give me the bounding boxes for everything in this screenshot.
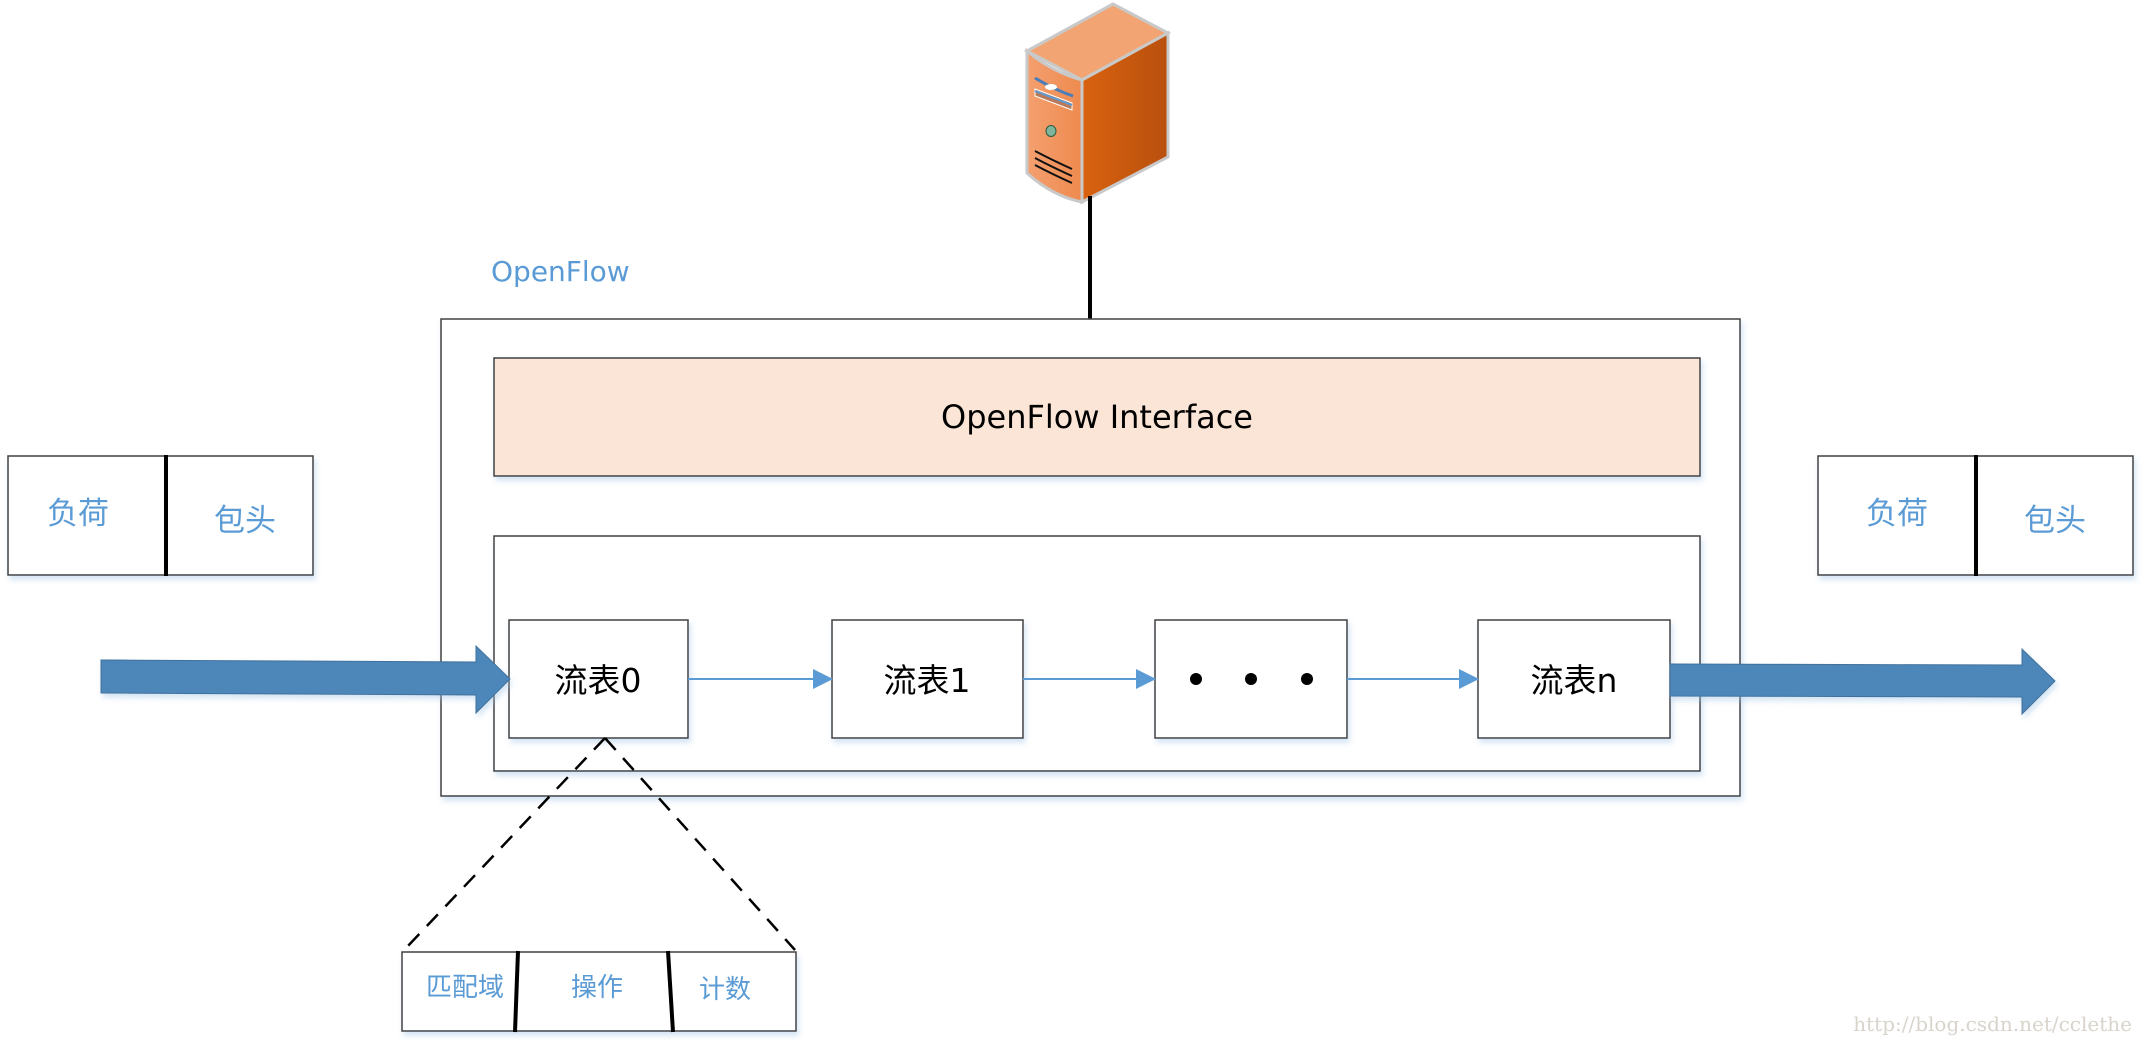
flow-entry: 匹配域 操作 计数 <box>401 950 797 1033</box>
openflow-title-label: OpenFlow <box>491 255 630 288</box>
header-label: 包头 <box>214 503 276 539</box>
ellipsis-dot <box>1301 673 1313 685</box>
openflow-diagram: OpenFlow OpenFlow Interface 流表0 流表1 流表n … <box>7 2 2134 1036</box>
flow-table-n: 流表n <box>1477 619 1671 739</box>
server-icon <box>1023 2 1172 205</box>
actions-label: 操作 <box>571 973 623 1003</box>
ellipsis-dot <box>1245 673 1257 685</box>
match-field-label: 匹配域 <box>426 973 504 1003</box>
header-label: 包头 <box>2024 503 2086 539</box>
flow-table-1: 流表1 <box>831 619 1024 739</box>
flow-table-0: 流表0 <box>508 619 689 739</box>
ellipsis-dot <box>1190 673 1202 685</box>
flow-table-label: 流表0 <box>555 661 642 700</box>
counters-label: 计数 <box>699 975 751 1005</box>
flow-table-ellipsis <box>1154 619 1348 739</box>
flow-table-label: 流表1 <box>884 661 971 700</box>
openflow-interface-label: OpenFlow Interface <box>941 398 1253 436</box>
payload-label: 负荷 <box>47 496 109 532</box>
flow-table-label: 流表n <box>1531 661 1618 700</box>
payload-label: 负荷 <box>1866 496 1928 532</box>
egress-packet: 负荷 包头 <box>1817 455 2134 576</box>
ingress-packet: 负荷 包头 <box>7 455 314 576</box>
watermark: http://blog.csdn.net/cclethe <box>1853 1012 2132 1036</box>
